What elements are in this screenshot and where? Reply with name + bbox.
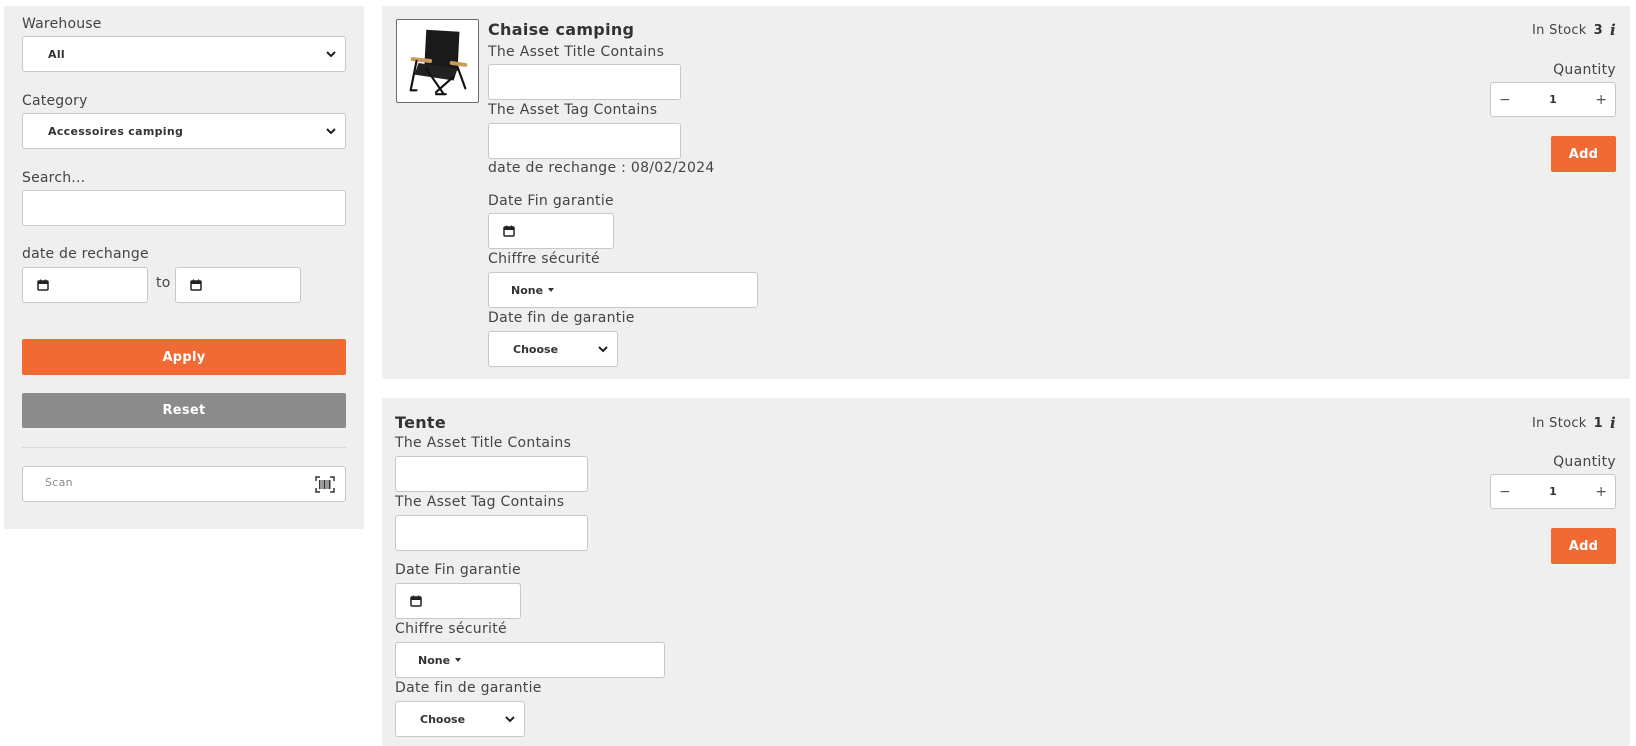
- warehouse-select[interactable]: All: [22, 36, 346, 72]
- stock-label: In Stock: [1532, 415, 1587, 431]
- product-card: Tente In Stock 1 i The Asset Title Conta…: [382, 398, 1630, 746]
- minus-icon[interactable]: −: [1499, 484, 1511, 500]
- stock-label: In Stock: [1532, 22, 1587, 38]
- chiffre-securite-dropdown[interactable]: None: [395, 642, 665, 678]
- stock-count: 3: [1593, 22, 1603, 38]
- product-title: Tente: [395, 413, 447, 432]
- quantity-stepper[interactable]: − 1 +: [1490, 82, 1616, 117]
- product-card: Chaise camping In Stock 3 i The Asset Ti…: [382, 6, 1630, 379]
- calendar-icon: [503, 225, 515, 237]
- quantity-value[interactable]: 1: [1549, 485, 1557, 498]
- chiffre-securite-dropdown[interactable]: None: [488, 272, 758, 308]
- caret-down-icon: [455, 658, 462, 662]
- date-fin-de-garantie-value: Choose: [513, 342, 559, 356]
- warehouse-select-value: All: [48, 47, 65, 61]
- chiffre-securite-label: Chiffre sécurité: [488, 251, 600, 267]
- product-image: [409, 29, 468, 96]
- category-select[interactable]: Accessoires camping: [22, 113, 346, 149]
- date-rechange-text: date de rechange : 08/02/2024: [488, 160, 715, 176]
- chiffre-securite-value: None: [511, 283, 544, 297]
- calendar-icon: [190, 279, 202, 291]
- warehouse-label: Warehouse: [22, 16, 102, 32]
- stock-indicator: In Stock 3 i: [1532, 21, 1616, 39]
- calendar-icon: [410, 595, 422, 607]
- add-button[interactable]: Add: [1551, 136, 1616, 172]
- plus-icon[interactable]: +: [1595, 92, 1607, 108]
- scan-placeholder: Scan: [45, 476, 73, 489]
- asset-tag-input[interactable]: [488, 123, 681, 159]
- date-fin-de-garantie-value: Choose: [420, 712, 466, 726]
- plus-icon[interactable]: +: [1595, 484, 1607, 500]
- chiffre-securite-label: Chiffre sécurité: [395, 621, 507, 637]
- date-fin-garantie-input[interactable]: [395, 583, 521, 619]
- info-icon[interactable]: i: [1610, 21, 1616, 39]
- asset-title-label: The Asset Title Contains: [488, 44, 665, 60]
- date-rechange-label: date de rechange: [22, 246, 149, 262]
- filter-sidebar: Warehouse All Category Accessoires campi…: [4, 6, 364, 529]
- chevron-down-icon: [326, 51, 336, 58]
- chiffre-securite-value: None: [418, 653, 451, 667]
- category-label: Category: [22, 93, 88, 109]
- quantity-value[interactable]: 1: [1549, 93, 1557, 106]
- asset-tag-label: The Asset Tag Contains: [395, 494, 565, 510]
- date-fin-de-garantie-select[interactable]: Choose: [488, 331, 618, 367]
- apply-button[interactable]: Apply: [22, 339, 346, 375]
- minus-icon[interactable]: −: [1499, 92, 1511, 108]
- barcode-icon[interactable]: [315, 476, 335, 493]
- search-label: Search...: [22, 170, 86, 186]
- date-fin-de-garantie-label: Date fin de garantie: [488, 310, 635, 326]
- caret-down-icon: [548, 288, 555, 292]
- reset-button[interactable]: Reset: [22, 393, 346, 428]
- stock-indicator: In Stock 1 i: [1532, 414, 1616, 432]
- date-fin-garantie-input[interactable]: [488, 213, 614, 249]
- camping-chair-image[interactable]: [396, 19, 479, 103]
- info-icon[interactable]: i: [1610, 414, 1616, 432]
- chevron-down-icon: [505, 716, 515, 723]
- date-fin-de-garantie-select[interactable]: Choose: [395, 701, 525, 737]
- sidebar-divider: [22, 447, 346, 448]
- date-fin-de-garantie-label: Date fin de garantie: [395, 680, 542, 696]
- date-to-input[interactable]: [175, 267, 301, 303]
- date-to-label: to: [156, 275, 171, 291]
- product-title: Chaise camping: [488, 20, 635, 39]
- date-from-input[interactable]: [22, 267, 148, 303]
- quantity-label: Quantity: [1553, 62, 1616, 78]
- scan-input[interactable]: Scan: [22, 466, 346, 502]
- asset-tag-input[interactable]: [395, 515, 588, 551]
- quantity-stepper[interactable]: − 1 +: [1490, 474, 1616, 509]
- add-button[interactable]: Add: [1551, 528, 1616, 564]
- search-input[interactable]: [22, 190, 346, 226]
- quantity-label: Quantity: [1553, 454, 1616, 470]
- asset-title-input[interactable]: [488, 64, 681, 100]
- stock-count: 1: [1593, 415, 1603, 431]
- asset-tag-label: The Asset Tag Contains: [488, 102, 658, 118]
- asset-title-label: The Asset Title Contains: [395, 435, 572, 451]
- category-select-value: Accessoires camping: [48, 124, 184, 138]
- calendar-icon: [37, 279, 49, 291]
- date-fin-garantie-label: Date Fin garantie: [488, 193, 614, 209]
- chevron-down-icon: [598, 346, 608, 353]
- asset-title-input[interactable]: [395, 456, 588, 492]
- date-fin-garantie-label: Date Fin garantie: [395, 562, 521, 578]
- chevron-down-icon: [326, 128, 336, 135]
